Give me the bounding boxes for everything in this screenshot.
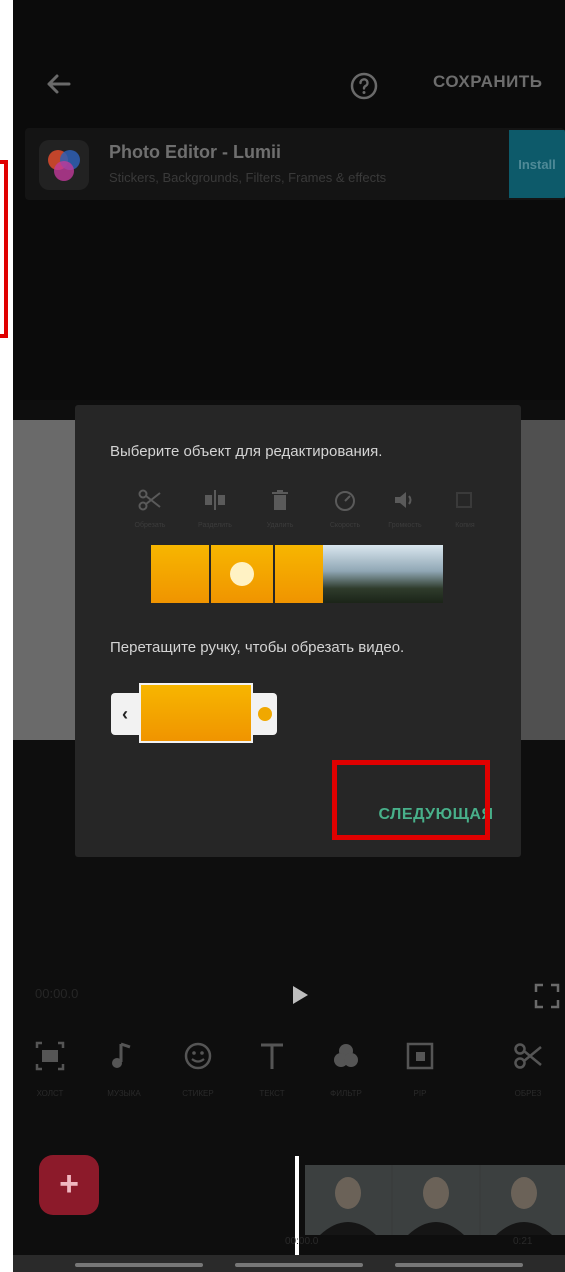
toolbar-label: Музыка: [107, 1089, 141, 1098]
toolbar-label: Фильтр: [330, 1089, 362, 1098]
filter-icon: [334, 1044, 358, 1067]
drag-hint-text: Перетащите ручку, чтобы обрезать видео.: [110, 639, 405, 656]
highlight-frame-left: [0, 160, 8, 338]
sticker-icon: [184, 1042, 212, 1070]
edit-toolbar: Холст Музыка Стикер Текст: [13, 1040, 565, 1120]
video-track[interactable]: [305, 1165, 565, 1235]
highlight-frame-next: [332, 760, 490, 840]
fullscreen-icon[interactable]: [533, 982, 561, 1010]
clip-strip-illustration: [151, 545, 443, 603]
yellow-clip-thumb: [275, 545, 323, 603]
timeline-time-end: 0:21: [513, 1236, 533, 1247]
tutorial-tool-row: Обрезать Разделить Удалить Скорость Гром…: [130, 487, 490, 535]
tool-label: Удалить: [266, 522, 294, 529]
tool-label: Копия: [455, 522, 475, 529]
canvas-icon: [35, 1041, 65, 1071]
tool-split: Разделить: [195, 487, 235, 535]
ad-banner[interactable]: Photo Editor - Lumii Stickers, Backgroun…: [25, 128, 565, 200]
nav-home[interactable]: [235, 1263, 363, 1267]
toolbar-item-trim[interactable]: Обрез: [491, 1040, 565, 1098]
save-button[interactable]: СОХРАНИТЬ: [433, 72, 543, 92]
top-area: [13, 0, 565, 400]
video-frame-thumb: [393, 1165, 479, 1235]
tool-label: Громкость: [388, 522, 422, 529]
pip-icon: [406, 1042, 434, 1070]
toolbar-item-text[interactable]: Текст: [235, 1040, 309, 1098]
select-hint-text: Выберите объект для редактирования.: [110, 443, 383, 460]
volume-icon: [395, 492, 412, 508]
tool-label: Разделить: [198, 522, 232, 529]
tool-copy: Копия: [445, 487, 485, 535]
trim-clip: [139, 683, 253, 743]
tool-label: Скорость: [329, 522, 361, 529]
help-icon[interactable]: [348, 70, 380, 102]
ad-install-button[interactable]: Install: [509, 130, 565, 198]
toolbar-label: Холст: [36, 1089, 64, 1098]
yellow-clip-thumb: [151, 545, 209, 603]
sun-icon: [230, 562, 254, 586]
play-icon[interactable]: [289, 984, 311, 1006]
back-arrow-icon[interactable]: [39, 64, 79, 104]
tool-volume: Громкость: [385, 487, 425, 535]
toolbar-item-canvas[interactable]: Холст: [13, 1040, 87, 1098]
tool-cut: Обрезать: [130, 487, 170, 535]
add-clip-button[interactable]: +: [39, 1155, 99, 1215]
ad-title: Photo Editor - Lumii: [109, 142, 281, 162]
preview-left-edge: [13, 420, 75, 740]
lumii-logo-icon: [39, 140, 89, 190]
trim-left-handle: ‹: [111, 693, 139, 735]
toolbar-label: Обрез: [514, 1089, 542, 1098]
landscape-clip-thumb: [323, 545, 383, 603]
nav-back[interactable]: [395, 1263, 523, 1267]
video-frame-thumb: [481, 1165, 565, 1235]
scissors-icon: [514, 1043, 542, 1069]
speed-icon: [335, 491, 355, 511]
trim-illustration: ‹: [111, 683, 311, 745]
scissors-icon: [138, 489, 161, 511]
ad-subtitle: Stickers, Backgrounds, Filters, Frames &…: [109, 170, 387, 185]
tool-delete: Удалить: [260, 487, 300, 535]
music-icon: [112, 1042, 131, 1068]
current-time: 00:00.0: [35, 986, 79, 1001]
toolbar-label: Стикер: [182, 1089, 214, 1098]
handle-dot-icon: [258, 707, 272, 721]
split-icon: [205, 490, 225, 510]
toolbar-item-sticker[interactable]: Стикер: [161, 1040, 235, 1098]
copy-icon: [456, 492, 472, 508]
trim-right-handle: [253, 693, 277, 735]
landscape-clip-thumb: [383, 545, 443, 603]
toolbar-label: Текст: [259, 1089, 285, 1098]
video-frame-thumb: [305, 1165, 391, 1235]
text-icon: [261, 1043, 283, 1069]
playback-controls: 00:00.0: [13, 970, 565, 1020]
toolbar-item-pip[interactable]: PIP: [383, 1040, 457, 1098]
toolbar-item-filter[interactable]: Фильтр: [309, 1040, 383, 1098]
toolbar-label: PIP: [413, 1089, 427, 1098]
toolbar-item-music[interactable]: Музыка: [87, 1040, 161, 1098]
tool-speed: Скорость: [325, 487, 365, 535]
yellow-clip-thumb: [211, 545, 273, 603]
system-nav-bar: [13, 1255, 565, 1272]
timeline: + 00:00.0 0:21: [13, 1130, 565, 1260]
video-editor-screen: СОХРАНИТЬ Photo Editor - Lumii Stickers,…: [13, 0, 565, 1272]
nav-recents[interactable]: [75, 1263, 203, 1267]
trash-icon: [272, 490, 288, 510]
tool-label: Обрезать: [134, 522, 166, 529]
timeline-time-start: 00:00.0: [285, 1236, 319, 1247]
